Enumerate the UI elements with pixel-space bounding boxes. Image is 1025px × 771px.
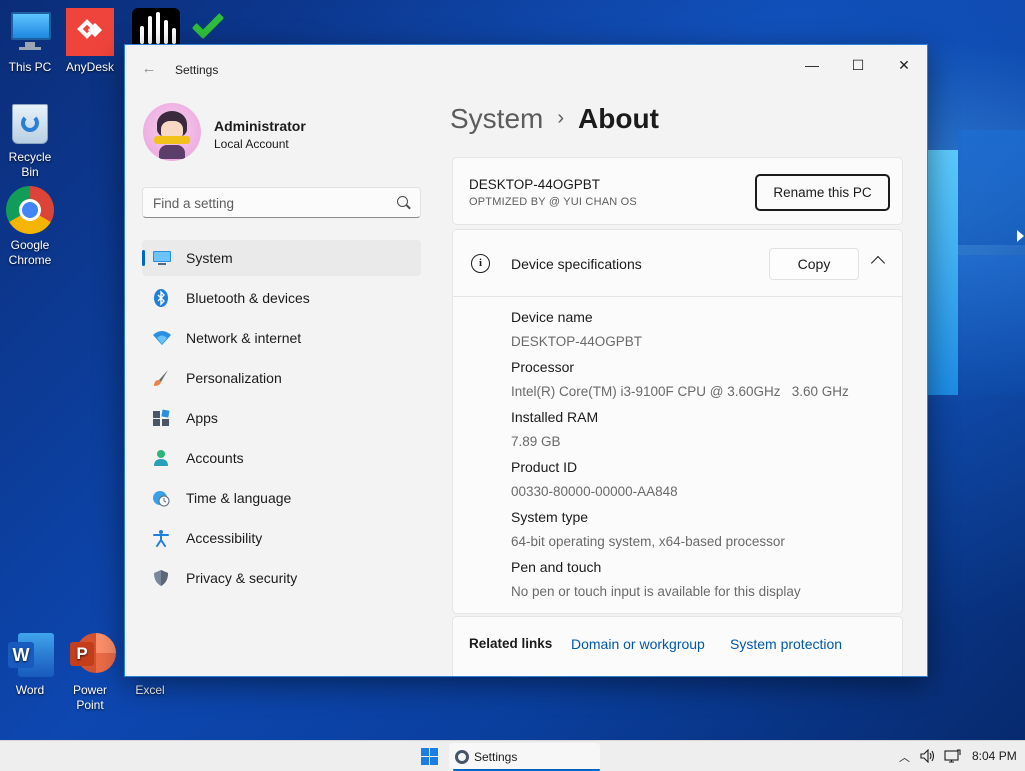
spec-value-product-id: 00330-80000-00000-AA848 xyxy=(511,484,678,499)
pc-subtitle: OPTMIZED BY @ YUI CHAN OS xyxy=(469,196,637,208)
app-title: Settings xyxy=(175,63,219,77)
desktop-icon-audio-app[interactable] xyxy=(126,8,186,48)
windows-start-icon[interactable] xyxy=(421,748,438,765)
clock[interactable]: 8:04 PM xyxy=(972,749,1017,763)
sidebar-item-privacy-security[interactable]: Privacy & security xyxy=(142,560,421,596)
word-icon: W xyxy=(6,633,54,679)
spec-value-system-type: 64-bit operating system, x64-based proce… xyxy=(511,534,785,549)
device-specs-header[interactable]: i Device specifications Copy xyxy=(453,230,902,297)
spec-label-system-type: System type xyxy=(511,509,589,525)
desktop-icon-powerpoint[interactable]: P Power Point xyxy=(60,633,120,713)
settings-window: ← Settings — ☐ ✕ Administrator Local Acc… xyxy=(124,44,928,677)
search-box[interactable] xyxy=(142,187,421,218)
mouse-cursor-icon xyxy=(1017,230,1024,242)
taskbar-app-label: Settings xyxy=(474,750,518,764)
recycle-bin-icon xyxy=(10,100,50,146)
equalizer-icon xyxy=(132,8,180,44)
spec-value-pen-touch: No pen or touch input is available for t… xyxy=(511,584,801,599)
active-indicator xyxy=(142,250,145,266)
maximize-button[interactable]: ☐ xyxy=(835,49,881,81)
desktop-icon-google-chrome[interactable]: Google Chrome xyxy=(0,186,60,268)
sidebar-item-apps[interactable]: Apps xyxy=(142,400,421,436)
globe-clock-icon xyxy=(152,489,170,507)
apps-icon xyxy=(152,409,170,427)
profile-account-type: Local Account xyxy=(214,137,289,151)
sidebar-item-accessibility[interactable]: Accessibility xyxy=(142,520,421,556)
sidebar-item-network[interactable]: Network & internet xyxy=(142,320,421,356)
wifi-icon xyxy=(152,329,171,347)
spec-label-device-name: Device name xyxy=(511,309,593,325)
info-icon: i xyxy=(471,254,490,273)
gear-icon xyxy=(455,750,469,764)
copy-button[interactable]: Copy xyxy=(769,248,859,280)
title-bar[interactable]: ← Settings — ☐ ✕ xyxy=(125,45,927,89)
chrome-icon xyxy=(6,186,54,234)
powerpoint-icon: P xyxy=(66,633,116,679)
chevron-up-icon[interactable] xyxy=(870,255,886,271)
bluetooth-icon xyxy=(152,289,170,307)
monitor-icon xyxy=(7,10,53,56)
anydesk-icon xyxy=(66,8,114,56)
wallpaper-logo-pane xyxy=(958,130,1025,245)
sidebar-item-bluetooth[interactable]: Bluetooth & devices xyxy=(142,280,421,316)
breadcrumb-separator: › xyxy=(557,107,565,129)
chevron-up-icon[interactable]: ︿ xyxy=(899,749,910,765)
taskbar: Settings ︿ 8:04 PM xyxy=(0,740,1025,771)
taskbar-settings-app[interactable]: Settings xyxy=(449,743,600,771)
sidebar-item-personalization[interactable]: Personalization xyxy=(142,360,421,396)
sidebar-item-system[interactable]: System xyxy=(142,240,421,276)
breadcrumb: System › About xyxy=(450,103,659,135)
link-domain-workgroup[interactable]: Domain or workgroup xyxy=(571,636,705,652)
sidebar-nav: System Bluetooth & devices Network & int… xyxy=(142,240,421,600)
desktop-icon-word[interactable]: W Word xyxy=(0,633,60,698)
avatar[interactable] xyxy=(143,103,201,161)
speaker-icon[interactable] xyxy=(920,748,937,766)
device-specs-card: i Device specifications Copy Device name… xyxy=(452,229,903,614)
profile-name: Administrator xyxy=(214,118,306,134)
sidebar-item-accounts[interactable]: Accounts xyxy=(142,440,421,476)
desktop-icon-checkmark[interactable] xyxy=(180,6,240,48)
rename-pc-button[interactable]: Rename this PC xyxy=(755,174,890,211)
spec-label-pen-touch: Pen and touch xyxy=(511,559,602,575)
person-icon xyxy=(152,449,170,467)
spec-value-processor: Intel(R) Core(TM) i3-9100F CPU @ 3.60GHz… xyxy=(511,384,849,399)
network-monitor-icon[interactable] xyxy=(944,749,961,767)
search-icon[interactable] xyxy=(397,196,408,207)
desktop-icon-anydesk[interactable]: AnyDesk xyxy=(60,8,120,75)
checkmark-icon xyxy=(186,6,234,44)
wallpaper-logo-glow xyxy=(928,150,958,395)
sidebar-item-time-language[interactable]: Time & language xyxy=(142,480,421,516)
pc-name: DESKTOP-44OGPBT xyxy=(469,177,601,192)
spec-value-installed-ram: 7.89 GB xyxy=(511,434,561,449)
link-system-protection[interactable]: System protection xyxy=(730,636,842,652)
brush-icon xyxy=(152,369,170,387)
related-links-card: Related links Domain or workgroup System… xyxy=(452,616,903,676)
shield-icon xyxy=(152,569,170,587)
search-input[interactable] xyxy=(153,194,383,212)
breadcrumb-parent[interactable]: System xyxy=(450,103,543,134)
desktop-icon-recycle-bin[interactable]: Recycle Bin xyxy=(0,100,60,180)
spec-label-product-id: Product ID xyxy=(511,459,578,475)
accessibility-icon xyxy=(152,529,170,547)
wallpaper-logo-pane xyxy=(958,255,1025,395)
page-title: About xyxy=(578,103,659,134)
device-specs-title: Device specifications xyxy=(511,256,642,272)
related-links-title: Related links xyxy=(469,636,553,651)
spec-value-device-name: DESKTOP-44OGPBT xyxy=(511,334,643,349)
desktop-icon-excel[interactable]: Excel xyxy=(120,683,180,698)
desktop-icon-this-pc[interactable]: This PC xyxy=(0,10,60,75)
monitor-icon xyxy=(152,249,171,267)
close-button[interactable]: ✕ xyxy=(881,49,927,81)
spec-label-installed-ram: Installed RAM xyxy=(511,409,599,425)
pc-name-card: DESKTOP-44OGPBT OPTMIZED BY @ YUI CHAN O… xyxy=(452,157,903,225)
minimize-button[interactable]: — xyxy=(789,49,835,81)
back-arrow-icon[interactable]: ← xyxy=(139,59,159,79)
spec-label-processor: Processor xyxy=(511,359,575,375)
